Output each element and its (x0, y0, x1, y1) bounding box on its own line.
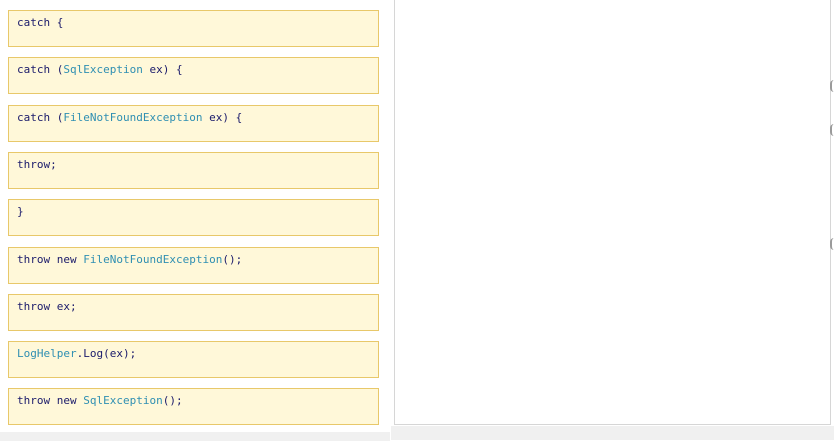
code-token: (); (162, 394, 183, 407)
edge-marker-3 (830, 238, 834, 250)
code-token: throw (17, 394, 51, 407)
code-token: FileNotFoundException (63, 111, 203, 124)
code-token: ex) { (202, 111, 243, 124)
code-token: { (50, 16, 64, 29)
code-card-throw-new-filenotfound[interactable]: throw new FileNotFoundException(); (8, 247, 379, 284)
code-token: new (50, 253, 84, 266)
code-token: ( (50, 111, 64, 124)
right-panel-bottom-bar (391, 426, 834, 440)
code-token: } (17, 205, 24, 218)
code-token: catch (17, 63, 51, 76)
code-token: ( (50, 63, 64, 76)
code-card-close-brace[interactable]: } (8, 199, 379, 236)
code-card-throw[interactable]: throw; (8, 152, 379, 189)
code-card-catch[interactable]: catch { (8, 10, 379, 47)
edge-marker-2 (830, 124, 834, 136)
code-token: FileNotFoundException (83, 253, 223, 266)
code-card-throw-ex[interactable]: throw ex; (8, 294, 379, 331)
code-snippet-list: catch {catch (SqlException ex) {catch (F… (0, 0, 390, 441)
code-token: catch (17, 16, 51, 29)
code-token: SqlException (63, 63, 143, 76)
code-card-loghelper-log[interactable]: LogHelper.Log(ex); (8, 341, 379, 378)
code-card-throw-new-sqlexception[interactable]: throw new SqlException(); (8, 388, 379, 425)
edge-marker-1 (830, 80, 834, 92)
code-token: new (50, 394, 84, 407)
code-token: ex; (50, 300, 77, 313)
code-card-catch-filenotfound[interactable]: catch (FileNotFoundException ex) { (8, 105, 379, 142)
code-token: (); (222, 253, 243, 266)
code-token: SqlException (83, 394, 163, 407)
code-token: ; (50, 158, 57, 171)
code-token: throw (17, 253, 51, 266)
code-token: throw (17, 158, 51, 171)
code-card-catch-sqlexception[interactable]: catch (SqlException ex) { (8, 57, 379, 94)
code-token: throw (17, 300, 51, 313)
code-token: LogHelper (17, 347, 77, 360)
code-token: ex) { (142, 63, 183, 76)
code-token: catch (17, 111, 51, 124)
left-panel-bottom-bar (0, 432, 390, 441)
code-token: .Log(ex); (76, 347, 137, 360)
answer-drop-area[interactable] (391, 0, 834, 440)
